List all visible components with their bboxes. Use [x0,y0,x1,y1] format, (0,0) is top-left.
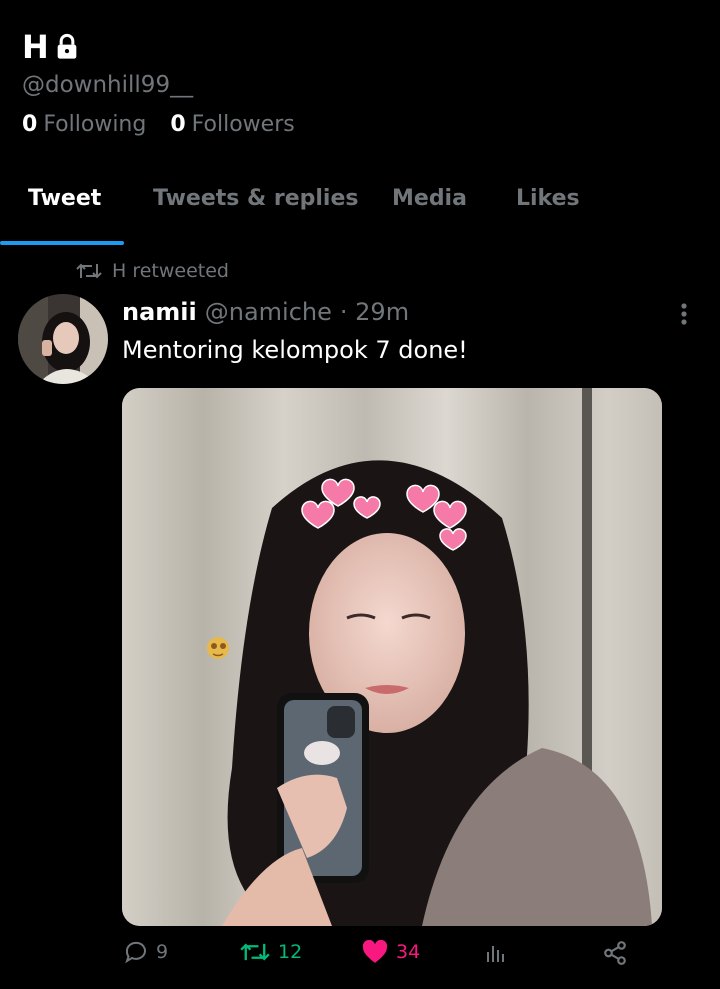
tweet-media[interactable] [122,388,662,926]
tweet-author-handle[interactable]: @namiche [205,298,332,326]
share-icon [604,941,626,965]
reply-icon [125,941,146,964]
following-stat[interactable]: 0 Following [22,112,146,137]
like-count: 34 [396,941,421,963]
retweet-icon [240,943,270,961]
tweet-header: namii @namiche · 29m [122,298,409,326]
lock-icon [57,33,77,59]
retweet-icon [76,263,102,279]
like-button[interactable]: 34 [362,940,420,964]
followers-label: Followers [191,112,295,137]
share-button[interactable] [602,940,628,966]
avatar-photo [18,294,108,384]
tab-likes[interactable]: Likes [516,186,580,211]
tab-tweets-replies[interactable]: Tweets & replies [153,186,359,211]
active-tab-indicator [0,241,124,245]
retweet-button[interactable]: 12 [240,940,302,964]
tweet-actions: 9 12 34 [0,940,720,976]
followers-stat[interactable]: 0 Followers [170,112,294,137]
avatar[interactable] [18,294,108,384]
more-icon[interactable] [674,300,694,328]
retweet-count: 12 [278,941,303,963]
tab-tweet[interactable]: Tweet [28,186,101,211]
profile-name: H [22,28,49,66]
profile-stats: 0 Following 0 Followers [22,112,295,137]
tweet-text: Mentoring kelompok 7 done! [122,336,468,364]
tweet-author-name[interactable]: namii [122,298,197,326]
tweet-timestamp[interactable]: · 29m [340,298,409,326]
retweet-context[interactable]: H retweeted [76,260,229,282]
reply-count: 9 [156,941,169,963]
tab-media[interactable]: Media [392,186,467,211]
profile-tabs: Tweet Tweets & replies Media Likes [0,186,720,245]
profile-name-row: H [22,28,295,66]
like-icon [362,940,388,963]
views-icon [487,946,504,962]
following-label: Following [43,112,147,137]
followers-count: 0 [170,112,186,137]
views-button[interactable] [484,940,508,964]
profile-handle: @downhill99__ [22,72,194,98]
reply-button[interactable]: 9 [124,940,168,964]
following-count: 0 [22,112,38,137]
tweet-photo [122,388,662,926]
profile-header: H @downhill99__ 0 Following 0 Followers [22,28,295,137]
retweeted-by-label: H retweeted [112,260,229,282]
